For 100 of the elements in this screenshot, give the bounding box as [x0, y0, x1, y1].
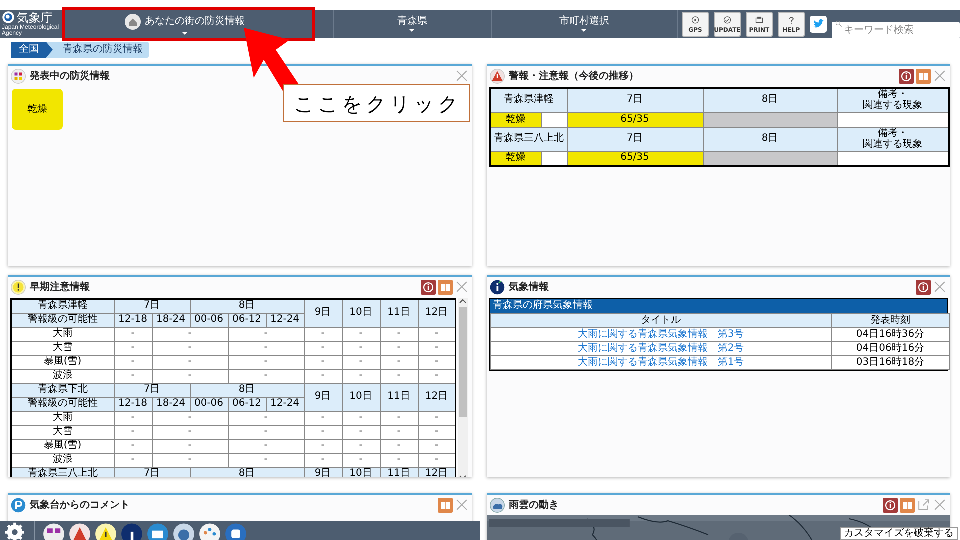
scrollbar[interactable]: [458, 298, 468, 477]
breadcrumb-link[interactable]: 全国: [8, 42, 53, 58]
table-header-cell: 8日: [190, 383, 304, 397]
table-cell: 大雨: [11, 327, 114, 341]
table-cell: -: [418, 355, 456, 369]
table-cell: -: [342, 411, 380, 425]
table-header-cell: 7日: [567, 88, 703, 112]
table-cell: -: [380, 341, 418, 355]
table-header-cell: 18-24: [152, 397, 190, 411]
nav-tab-label: 市町村選択: [559, 16, 610, 26]
nav-tab[interactable]: 市町村選択: [492, 11, 677, 37]
table-cell: -: [304, 369, 342, 383]
settings-icon[interactable]: [4, 521, 26, 540]
book-icon[interactable]: [438, 498, 453, 512]
table-header-cell: 12-18: [114, 313, 152, 327]
table-cell: -: [342, 341, 380, 355]
table-header-cell: 青森県津軽: [11, 299, 114, 313]
table-cell: -: [304, 327, 342, 341]
envelope-icon[interactable]: [147, 523, 169, 540]
table-header-cell: 18-24: [152, 313, 190, 327]
table-cell: -: [304, 425, 342, 439]
panel-title: 気象情報: [509, 280, 549, 294]
table-cell: 波浪: [11, 369, 114, 383]
info-icon[interactable]: [916, 280, 931, 294]
scrollbar-thumb[interactable]: [459, 307, 467, 417]
info-icon[interactable]: [899, 68, 914, 84]
table-cell: -: [152, 425, 228, 439]
table-header-text: 備考・: [878, 89, 908, 100]
info-icon[interactable]: [883, 498, 898, 512]
table-cell: -: [152, 453, 228, 467]
table-cell: -: [342, 439, 380, 453]
search-field[interactable]: キーワード検索: [832, 22, 960, 38]
table-cell: -: [114, 341, 152, 355]
panel-title: 発表中の防災情報: [30, 70, 110, 84]
dots-icon[interactable]: [199, 523, 221, 540]
book-icon[interactable]: [900, 498, 915, 512]
caret-icon: [409, 28, 416, 32]
table-cell: -: [380, 453, 418, 467]
table-cell: -: [304, 439, 342, 453]
table-header-cell: 7日: [567, 127, 703, 151]
table-header-text: 関連する現象: [862, 100, 924, 112]
panel-title: 早期注意情報: [30, 280, 90, 294]
search-icon: [834, 20, 843, 28]
info-icon[interactable]: [421, 280, 436, 294]
info-icon[interactable]: [121, 523, 143, 540]
table-cell: -: [342, 327, 380, 341]
table-header-cell: 12日: [418, 299, 456, 327]
table-cell: -: [342, 355, 380, 369]
table-cell: -: [228, 369, 304, 383]
table-caption: 青森県の府県気象情報: [490, 299, 947, 313]
scroll-up-icon[interactable]: [459, 298, 467, 305]
callout: ここをクリック: [283, 84, 470, 122]
alert-tile[interactable]: 乾燥: [12, 89, 63, 130]
table-cell: -: [342, 369, 380, 383]
table-cell: -: [304, 453, 342, 467]
book-icon[interactable]: [438, 280, 453, 294]
warning-icon[interactable]: [69, 523, 91, 540]
nav-tab[interactable]: 青森県: [334, 11, 491, 37]
alert-icon[interactable]: [95, 523, 117, 540]
table-cell: -: [380, 355, 418, 369]
table-header-text: 関連する現象: [862, 139, 924, 150]
table-header-cell: 青森県三八上北: [490, 127, 567, 151]
table-cell: -: [114, 411, 152, 425]
grid-icon[interactable]: [43, 523, 65, 540]
table-header-cell: 06-12: [228, 397, 266, 411]
table-cell: -: [152, 439, 228, 453]
table-cell: -: [380, 369, 418, 383]
table-header-cell: 警報級の可能性: [11, 313, 114, 327]
table-cell: 大雪: [11, 425, 114, 439]
panel-title: 気象台からのコメント: [30, 498, 130, 512]
table-cell: -: [114, 425, 152, 439]
book-icon[interactable]: [916, 68, 931, 84]
table-cell: -: [304, 411, 342, 425]
table-cell: -: [228, 355, 304, 369]
table-cell: -: [380, 439, 418, 453]
table-cell: -: [418, 425, 456, 439]
table-header-cell: 7日: [114, 299, 190, 313]
table-header-cell: 9日: [304, 383, 342, 411]
table-header-cell: 8日: [703, 127, 837, 151]
table-header-cell: 青森県三八上北: [11, 467, 114, 477]
panel-icon: [11, 280, 26, 294]
table-header-cell: 青森県津軽: [490, 88, 567, 112]
table-header-cell: 12日: [418, 383, 456, 411]
table-cell: 03日16時18分: [832, 356, 950, 370]
panel-icon: [11, 68, 26, 84]
nav-tab-label: あなたの街の防災情報: [145, 16, 246, 26]
bird-icon[interactable]: [810, 16, 827, 32]
table-cell: -: [114, 439, 152, 453]
table-cell: -: [114, 327, 152, 341]
table-cell: 04日06時16分: [832, 342, 950, 356]
table-cell: 大雪: [11, 341, 114, 355]
table-cell: -: [152, 411, 228, 425]
table-header-cell: 10日: [342, 383, 380, 411]
nav-tab-label: 青森県: [397, 16, 428, 26]
panel-title: 雨雲の動き: [509, 498, 559, 512]
table-header-cell: 7日: [114, 383, 190, 397]
table-cell: -: [418, 453, 456, 467]
table-cell: -: [342, 453, 380, 467]
table-cell: -: [418, 341, 456, 355]
table-cell: -: [380, 327, 418, 341]
